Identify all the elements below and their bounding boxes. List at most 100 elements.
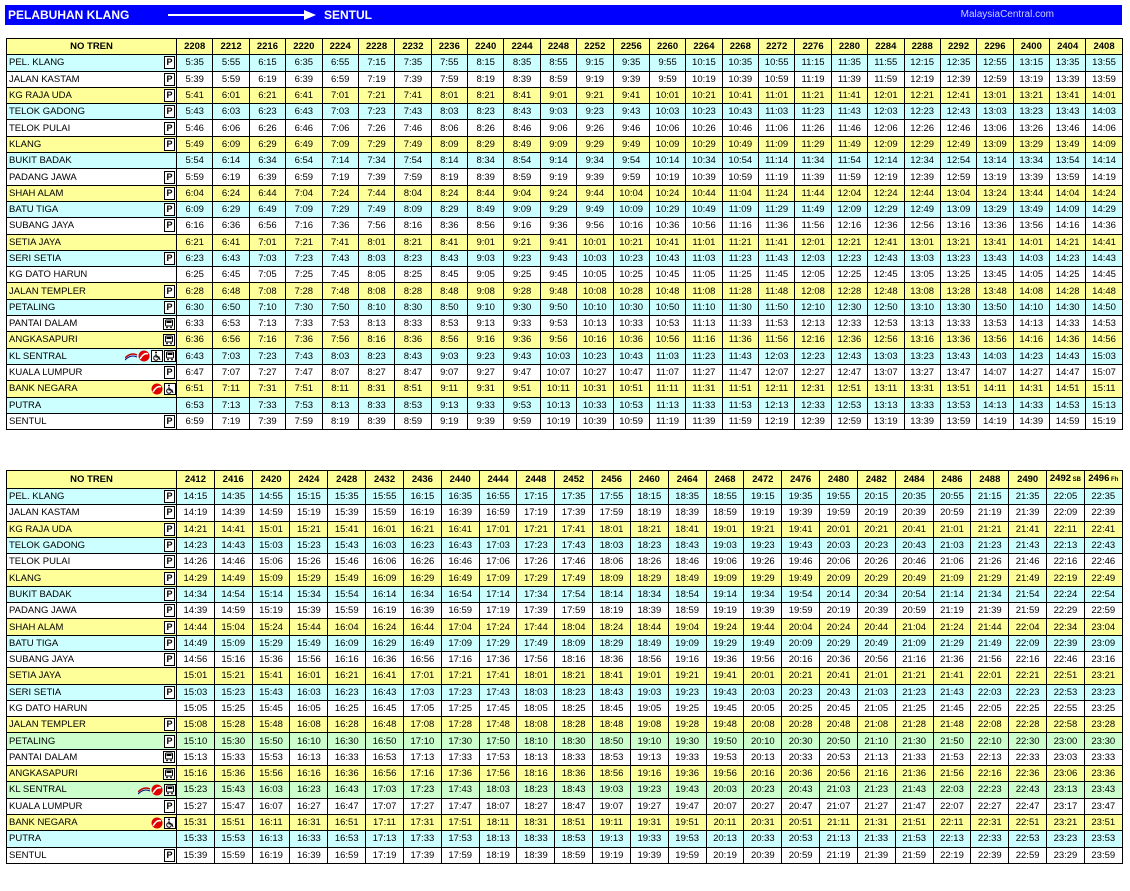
departure-time: 12:54: [939, 152, 978, 170]
departure-time: 11:11: [648, 380, 687, 398]
departure-time: 10:15: [685, 54, 723, 72]
departure-time: 16:59: [327, 846, 367, 864]
departure-time: 20:29: [819, 634, 858, 652]
departure-time: 8:19: [466, 70, 505, 88]
departure-time: 19:01: [629, 667, 669, 685]
departure-time: 7:43: [321, 249, 359, 268]
departure-time: 8:13: [357, 315, 396, 333]
departure-time: 19:11: [592, 813, 631, 832]
departure-time: 10:26: [685, 119, 723, 137]
departure-time: 19:45: [705, 699, 745, 718]
departure-time: 11:13: [685, 315, 723, 333]
departure-time: 17:49: [516, 634, 556, 652]
departure-time: 8:03: [357, 249, 396, 268]
departure-time: 10:27: [576, 363, 614, 382]
departure-time: 17:41: [478, 667, 518, 685]
departure-time: 21:23: [970, 536, 1010, 555]
departure-time: 6:03: [212, 103, 250, 121]
departure-time: 11:23: [794, 103, 832, 121]
departure-time: 22:04: [1008, 618, 1048, 636]
departure-time: 13:49: [1048, 135, 1087, 154]
station-name: KG RAJA UDA: [6, 520, 160, 538]
departure-time: 17:28: [440, 716, 480, 734]
departure-time: 19:55: [819, 487, 858, 506]
departure-time: 12:19: [757, 412, 796, 431]
departure-time: 20:43: [781, 781, 821, 799]
departure-time: 13:51: [939, 380, 978, 398]
parking-icon: P: [164, 636, 175, 650]
departure-time: 18:29: [629, 569, 669, 587]
station-name: ANGKASAPURI: [6, 331, 160, 349]
departure-time: 7:39: [357, 168, 396, 186]
departure-time: 17:03: [402, 683, 442, 701]
departure-time: 13:36: [976, 217, 1014, 235]
train-number-header-label: NO TREN: [6, 37, 177, 56]
departure-time: 16:03: [251, 781, 291, 799]
departure-time: 22:47: [1008, 797, 1048, 815]
station-facility-icons: [159, 233, 177, 251]
station-row: SHAH ALAM P 6:04 6:24 6:44 7:04 7:24 7:44 8:04 8:…: [6, 184, 1123, 202]
departure-time: 8:59: [394, 412, 432, 431]
departure-time: 20:11: [705, 813, 745, 832]
departure-time: 21:47: [894, 797, 934, 815]
train-number: 2448: [516, 470, 556, 489]
train-number: 2240: [466, 37, 505, 56]
departure-time: 19:59: [781, 602, 821, 620]
departure-time: 10:09: [648, 135, 687, 154]
departure-time: 16:39: [289, 846, 329, 864]
departure-time: 12:59: [830, 412, 869, 431]
departure-time: 10:30: [612, 298, 650, 317]
departure-time: 17:04: [440, 618, 480, 636]
departure-time: 12:39: [794, 412, 832, 431]
departure-time: 18:36: [592, 650, 631, 669]
departure-time: 14:21: [176, 520, 215, 538]
departure-time: 19:16: [667, 650, 707, 669]
station-name: SUBANG JAYA: [6, 650, 160, 669]
departure-time: 23:28: [1083, 716, 1123, 734]
departure-time: 15:59: [365, 504, 404, 522]
departure-time: 22:51: [1008, 813, 1048, 832]
departure-time: 15:09: [251, 569, 291, 587]
train-number: 2492 SB: [1046, 470, 1085, 489]
departure-time: 10:13: [576, 315, 614, 333]
departure-time: 22:51: [1046, 667, 1085, 685]
departure-time: 17:51: [440, 813, 480, 832]
departure-time: 20:23: [856, 536, 896, 555]
departure-time: 21:39: [1008, 504, 1048, 522]
departure-time: 22:43: [1008, 781, 1048, 799]
departure-time: 15:01: [251, 520, 291, 538]
departure-time: 19:21: [667, 667, 707, 685]
parking-icon: P: [164, 414, 175, 428]
departure-time: 23:21: [1083, 667, 1123, 685]
departure-time: 9:23: [466, 347, 505, 365]
departure-time: 20:08: [743, 716, 783, 734]
station-facility-icons: P: [159, 119, 177, 137]
parking-icon: P: [164, 219, 175, 233]
departure-time: 7:31: [248, 380, 287, 398]
departure-time: 14:39: [213, 504, 253, 522]
departure-time: 12:10: [794, 298, 832, 317]
departure-time: 12:19: [867, 168, 905, 186]
departure-time: 5:59: [175, 168, 214, 186]
station-facility-icons: P: [159, 103, 177, 121]
departure-time: 20:25: [781, 699, 821, 718]
departure-time: 23:21: [1046, 813, 1085, 832]
departure-time: 11:55: [867, 54, 905, 72]
departure-time: 12:53: [867, 315, 905, 333]
departure-time: 13:53: [939, 396, 978, 414]
departure-time: 11:13: [648, 396, 687, 414]
train-number: 2252: [576, 37, 614, 56]
departure-time: 12:29: [867, 200, 905, 219]
train-number: 2256: [612, 37, 650, 56]
departure-time: 13:43: [976, 249, 1014, 268]
departure-time: 21:59: [894, 846, 934, 864]
station-row: KL SENTRAL 15:23 15:43 16:03 16:23 16:43 17:03…: [6, 781, 1123, 799]
departure-time: 8:16: [394, 217, 432, 235]
departure-time: 16:45: [365, 699, 404, 718]
departure-time: 6:15: [248, 54, 287, 72]
departure-time: 21:33: [894, 748, 934, 767]
departure-time: 17:45: [478, 699, 518, 718]
station-row: KG DATO HARUN 6:25 6:45 7:05 7:25 7:45 8:05 8:2…: [6, 266, 1123, 284]
station-name: TELOK PULAI: [6, 119, 160, 137]
departure-time: 11:34: [794, 152, 832, 170]
